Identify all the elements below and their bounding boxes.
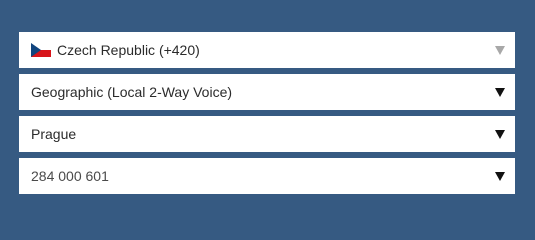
chevron-down-icon (495, 87, 505, 97)
country-select-value: Czech Republic (+420) (57, 42, 200, 58)
chevron-down-icon (495, 45, 505, 55)
city-select-value: Prague (31, 126, 77, 142)
number-type-select[interactable]: Geographic (Local 2-Way Voice) (19, 74, 515, 110)
country-select[interactable]: Czech Republic (+420) (19, 32, 515, 68)
czech-flag-icon (31, 43, 51, 57)
chevron-down-icon (495, 129, 505, 139)
number-type-select-value: Geographic (Local 2-Way Voice) (31, 84, 233, 100)
phone-number-selector-panel: Czech Republic (+420) Geographic (Local … (0, 0, 535, 214)
chevron-down-icon (495, 171, 505, 181)
phone-number-select-value: 284 000 601 (31, 168, 109, 184)
phone-number-select[interactable]: 284 000 601 (19, 158, 515, 194)
city-select[interactable]: Prague (19, 116, 515, 152)
